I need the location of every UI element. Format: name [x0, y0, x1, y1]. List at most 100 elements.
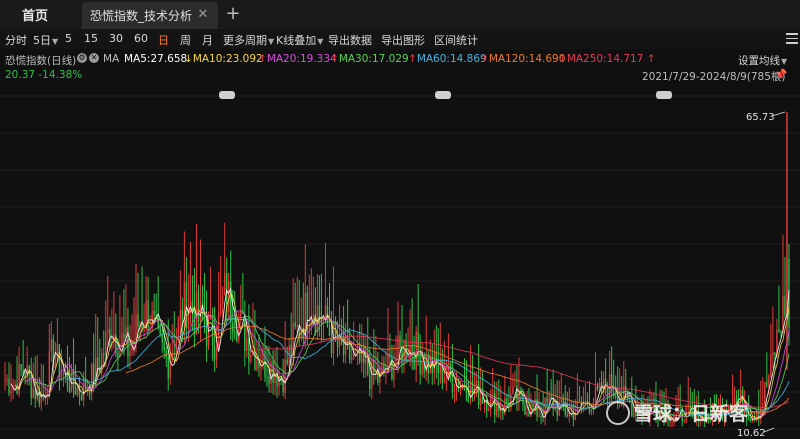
candle-body	[294, 322, 296, 327]
period-daily[interactable]: 日	[158, 32, 169, 48]
candle-body	[479, 397, 482, 405]
period-30min[interactable]: 30	[109, 32, 123, 45]
candle-body	[16, 383, 18, 394]
pin-icon[interactable]: 📌	[774, 68, 787, 81]
period-5min[interactable]: 5	[65, 32, 72, 45]
candle-body	[123, 333, 125, 338]
menu-icon[interactable]	[786, 33, 798, 44]
more-periods-dropdown[interactable]: 更多周期▼	[223, 32, 274, 48]
candle-body	[137, 314, 139, 327]
tab-fear-index-analysis[interactable]: 恐慌指数_技术分析 ✕	[82, 2, 218, 29]
k-overlay-label: K线叠加	[276, 34, 317, 47]
ma120-value: ↑MA120:14.690	[480, 53, 565, 65]
close-icon[interactable]: ✕	[196, 8, 210, 22]
candle-body	[419, 352, 421, 374]
candle-body	[244, 314, 246, 352]
event-marker[interactable]	[435, 91, 451, 99]
ma60-text: MA60:14.869	[416, 53, 487, 65]
event-marker[interactable]	[219, 91, 235, 99]
candle-body	[514, 386, 516, 388]
period-60min[interactable]: 60	[134, 32, 148, 45]
candle-body	[219, 303, 222, 314]
export-chart-button[interactable]: 导出图形	[381, 32, 425, 48]
ma20-text: MA20:19.334	[266, 53, 337, 65]
candle-body	[596, 386, 599, 390]
candle-body	[590, 409, 593, 412]
candle-body	[121, 333, 123, 344]
ma-info-bar: 恐慌指数(日线) ⚙ ✕ MA MA5:27.658 ↓MA10:23.092 …	[0, 49, 800, 67]
candle-body	[506, 398, 508, 403]
instrument-label: 恐慌指数(日线)	[5, 55, 77, 67]
chevron-down-icon: ▼	[268, 37, 275, 46]
candle-body	[6, 378, 8, 380]
candle-body	[248, 338, 250, 362]
candle-body	[550, 395, 552, 398]
candle-body	[367, 358, 369, 375]
candle-body	[749, 419, 752, 422]
close-indicator-icon[interactable]: ✕	[89, 53, 99, 63]
export-data-button[interactable]: 导出数据	[328, 32, 372, 48]
candle-body	[213, 346, 216, 360]
candle-body	[266, 376, 268, 378]
watermark: 雪球：日新客	[634, 402, 749, 425]
candle-body	[500, 410, 502, 412]
range-stats-button[interactable]: 区间统计	[434, 32, 478, 48]
tab-home[interactable]: 首页	[0, 0, 80, 29]
candle-body	[369, 374, 371, 389]
period-intraday[interactable]: 分时	[5, 32, 27, 48]
chevron-down-icon: ▼	[317, 37, 324, 46]
k-overlay-dropdown[interactable]: K线叠加▼	[276, 32, 323, 48]
candle-body	[453, 390, 456, 392]
ma60-value: ↑MA60:14.869	[408, 53, 487, 65]
ma250-value: ↑MA250:14.717 ↑	[558, 53, 656, 65]
up-arrow-icon: ↑	[330, 53, 339, 65]
candle-body	[221, 295, 224, 304]
candle-body	[421, 362, 423, 374]
chart-canvas[interactable]: 65.73 10.62 雪球：日新客	[0, 84, 800, 439]
set-ma-dropdown[interactable]: 设置均线▼	[738, 53, 787, 68]
candle-body	[236, 333, 238, 341]
down-arrow-icon: ↓	[184, 53, 193, 65]
more-periods-label: 更多周期	[223, 34, 267, 47]
up-arrow-icon: ↑	[558, 53, 567, 65]
candle-body	[147, 300, 149, 331]
candle-body	[415, 331, 417, 370]
add-tab-icon[interactable]: +	[224, 4, 242, 24]
candle-body	[97, 357, 99, 369]
period-5day-label: 5日	[33, 34, 51, 47]
period-15min[interactable]: 15	[84, 32, 98, 45]
candle-body	[50, 339, 53, 352]
period-5day[interactable]: 5日▼	[33, 32, 58, 48]
period-monthly[interactable]: 月	[202, 32, 213, 48]
candle-body	[84, 379, 87, 391]
set-ma-label: 设置均线	[738, 55, 780, 67]
candle-body	[344, 335, 347, 355]
candle-body	[167, 357, 169, 379]
candle-body	[463, 383, 466, 391]
candle-series	[4, 112, 790, 427]
candle-body	[193, 312, 196, 335]
settings-gear-icon[interactable]: ⚙	[77, 53, 87, 63]
candle-body	[105, 332, 107, 355]
candle-body	[540, 415, 542, 417]
tab-bar: 首页 恐慌指数_技术分析 ✕ +	[0, 0, 800, 30]
candle-body	[735, 398, 738, 400]
candle-body	[316, 305, 319, 333]
candle-body	[512, 386, 514, 394]
candle-body	[526, 412, 528, 415]
candle-body	[197, 291, 200, 322]
candle-body	[205, 327, 208, 347]
candle-body	[58, 344, 61, 378]
candle-body	[159, 326, 161, 334]
candle-body	[179, 309, 182, 321]
candle-body	[153, 310, 155, 315]
chevron-down-icon: ▼	[52, 37, 59, 46]
event-marker[interactable]	[656, 91, 672, 99]
candle-body	[268, 376, 270, 384]
candle-body	[117, 353, 119, 358]
kline-chart[interactable]: 65.73 10.62 雪球：日新客	[0, 84, 800, 439]
period-weekly[interactable]: 周	[180, 32, 191, 48]
candle-body	[68, 386, 71, 393]
candle-body	[76, 386, 79, 396]
candle-body	[284, 359, 286, 393]
